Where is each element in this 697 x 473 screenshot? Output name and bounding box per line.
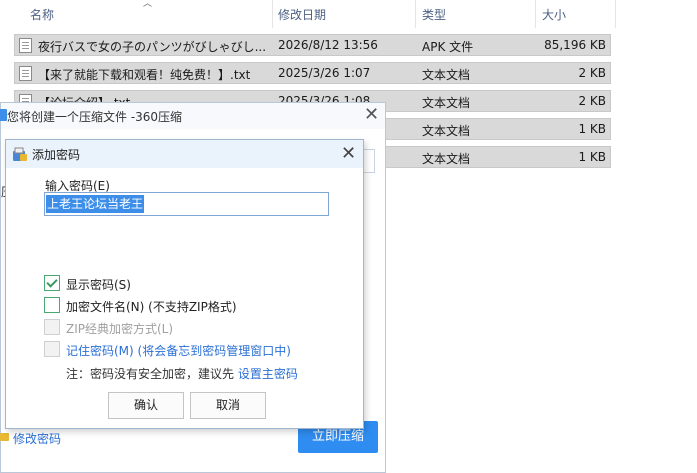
cancel-button[interactable]: 取消 — [190, 392, 266, 419]
compress-window-title: 您将创建一个压缩文件 -360压缩 — [7, 110, 183, 124]
password-value: 上老王论坛当老王 — [46, 195, 145, 213]
file-type: 文本文档 — [422, 152, 471, 166]
password-input[interactable]: 上老王论坛当老王 — [44, 192, 329, 216]
file-type: 文本文档 — [422, 124, 471, 138]
file-date: 2025/3/26 1:07 — [278, 66, 371, 80]
file-row[interactable]: 夜行バスで女の子のパンツがびしゃびし... 2026/8/12 13:56 AP… — [14, 34, 611, 56]
check-icon — [46, 276, 58, 288]
text-file-icon — [19, 66, 32, 81]
set-master-password-link[interactable]: 设置主密码 — [238, 367, 298, 381]
column-name[interactable]: 名称 — [30, 6, 54, 23]
app-logo-icon — [0, 109, 7, 121]
zip-classic-label: ZIP经典加密方式(L) — [66, 322, 174, 336]
file-name: 【来了就能下载和观看！纯免费！】.txt — [38, 68, 251, 82]
lock-icon — [0, 433, 9, 441]
file-name: 夜行バスで女の子のパンツがびしゃびし... — [38, 40, 267, 54]
ok-button[interactable]: 确认 — [108, 392, 184, 419]
dialog-title: 添加密码 — [32, 148, 81, 162]
add-password-dialog: 添加密码 ✕ 输入密码(E) 上老王论坛当老王 显示密码(S) 加密文件名(N)… — [5, 139, 364, 429]
show-password-label[interactable]: 显示密码(S) — [66, 276, 131, 293]
show-password-checkbox[interactable] — [44, 275, 60, 291]
column-divider[interactable] — [535, 0, 536, 28]
dialog-titlebar[interactable]: 添加密码 ✕ — [6, 140, 363, 168]
security-note-text: 注：密码没有安全加密，建议先 — [66, 367, 235, 381]
column-size[interactable]: 大小 — [542, 6, 566, 23]
zip-classic-checkbox — [44, 319, 60, 335]
column-divider[interactable] — [272, 0, 273, 28]
file-list-header: ︿ 名称 修改日期 类型 大小 — [0, 0, 697, 28]
column-type[interactable]: 类型 — [422, 6, 446, 23]
security-note: 注：密码没有安全加密，建议先 设置主密码 — [66, 365, 298, 382]
screen: ︿ 名称 修改日期 类型 大小 夜行バスで女の子のパンツがびしゃびし... 20… — [0, 0, 697, 473]
column-date[interactable]: 修改日期 — [278, 6, 326, 23]
encrypt-filenames-label[interactable]: 加密文件名(N) (不支持ZIP格式) — [66, 298, 237, 315]
file-size: 85,196 KB — [544, 38, 606, 52]
encrypt-filenames-checkbox[interactable] — [44, 297, 60, 313]
compress-window-titlebar[interactable]: 您将创建一个压缩文件 -360压缩 ✕ — [0, 103, 385, 129]
remember-password-checkbox[interactable] — [44, 341, 60, 357]
file-size: 1 KB — [578, 150, 606, 164]
text-file-icon — [19, 38, 32, 53]
file-size: 1 KB — [578, 122, 606, 136]
file-type: APK 文件 — [422, 40, 474, 54]
close-icon[interactable]: ✕ — [364, 104, 379, 125]
file-date: 2026/8/12 13:56 — [278, 38, 378, 52]
file-type: 文本文档 — [422, 96, 471, 110]
column-divider[interactable] — [615, 0, 616, 28]
file-row[interactable]: 【来了就能下载和观看！纯免费！】.txt 2025/3/26 1:07 文本文档… — [14, 62, 611, 84]
file-size: 2 KB — [578, 66, 606, 80]
password-dialog-icon — [13, 147, 27, 161]
column-divider[interactable] — [415, 0, 416, 28]
modify-password-label[interactable]: 修改密码 — [13, 430, 61, 447]
file-size: 2 KB — [578, 94, 606, 108]
sort-up-icon: ︿ — [143, 0, 153, 9]
file-type: 文本文档 — [422, 68, 471, 82]
remember-password-label[interactable]: 记住密码(M) (将会备忘到密码管理窗口中) — [66, 342, 291, 359]
close-icon[interactable]: ✕ — [341, 143, 356, 164]
